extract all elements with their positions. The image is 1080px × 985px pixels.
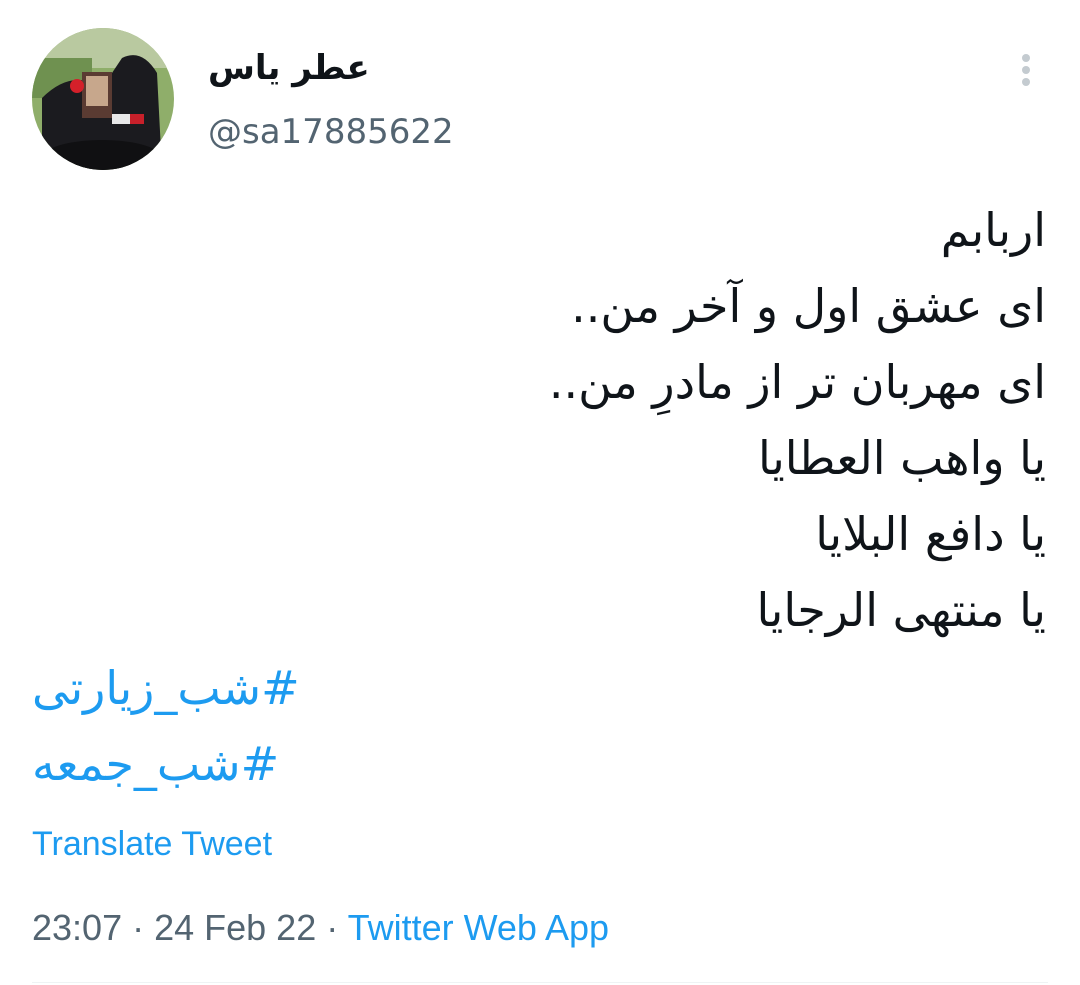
tweet-line: یا دافع البلایا: [815, 507, 1046, 561]
vertical-ellipsis-icon: [1022, 54, 1030, 86]
tweet-date: 24 Feb 22: [154, 907, 317, 948]
tweet-line: ای مهربان تر از مادرِ من..: [548, 355, 1046, 409]
tweet-line: یا منتهی الرجایا: [756, 583, 1046, 637]
tweet-line: ای عشق اول و آخر من..: [571, 279, 1046, 333]
user-display-name[interactable]: عطر یاس: [208, 46, 370, 90]
avatar[interactable]: [32, 28, 174, 170]
divider: [32, 982, 1048, 983]
tweet-source-link[interactable]: Twitter Web App: [348, 907, 609, 948]
translate-tweet-link[interactable]: Translate Tweet: [32, 822, 272, 866]
meta-separator: ·: [122, 907, 155, 948]
more-options-button[interactable]: [1008, 48, 1044, 92]
tweet-line: یا واهب العطایا: [757, 431, 1046, 485]
avatar-image: [32, 28, 174, 170]
meta-separator: ·: [316, 907, 348, 948]
tweet-time: 23:07: [32, 907, 123, 948]
hashtag-link[interactable]: #شب_زیارتی: [32, 650, 632, 726]
tweet-meta: 23:07 · 24 Feb 22 · Twitter Web App: [32, 904, 609, 952]
user-handle[interactable]: @sa17885622: [208, 110, 454, 154]
hashtag-link[interactable]: #شب_جمعه: [32, 726, 632, 802]
tweet-text: اربابم ای عشق اول و آخر من.. ای مهربان ت…: [40, 192, 1046, 648]
hashtag-list: #شب_زیارتی #شب_جمعه: [32, 650, 632, 802]
tweet-line: اربابم: [940, 203, 1046, 257]
